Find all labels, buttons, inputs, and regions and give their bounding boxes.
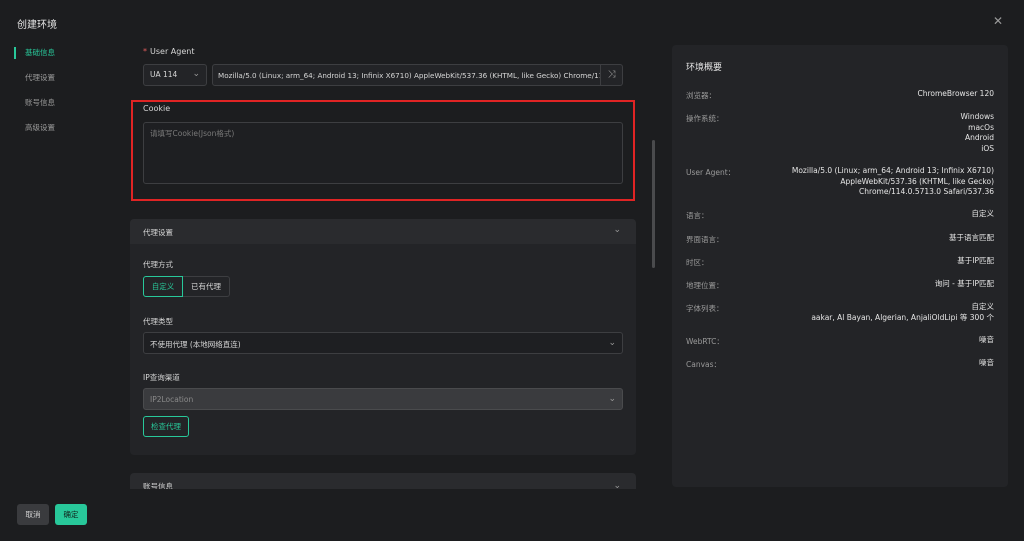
proxy-mode-existing[interactable]: 已有代理 [183, 276, 230, 297]
check-proxy-button[interactable]: 检查代理 [143, 416, 189, 437]
summary-label-ui-language: 界面语言： [686, 235, 724, 244]
nav-item-advanced-settings[interactable]: 高级设置 [14, 119, 114, 144]
ua-version-value: UA 114 [150, 70, 178, 79]
summary-label-timezone: 时区： [686, 258, 709, 267]
proxy-mode-toggle: 自定义 已有代理 [143, 276, 230, 297]
ip-channel-label: IP查询渠道 [143, 373, 180, 382]
chevron-down-icon: ⌄ [608, 394, 616, 404]
chevron-down-icon: ⌄ [192, 69, 200, 79]
cookie-textarea[interactable]: 请填写Cookie(Json格式) [143, 122, 623, 184]
proxy-mode-custom[interactable]: 自定义 [143, 276, 183, 297]
summary-label-user-agent: User Agent： [686, 168, 736, 177]
account-section-title: 账号信息 [143, 482, 173, 489]
ip-channel-value: IP2Location [150, 395, 194, 404]
proxy-section-title: 代理设置 [143, 228, 173, 237]
summary-label-language: 语言： [686, 211, 709, 220]
summary-value-ui-language: 基于语言匹配 [949, 233, 994, 242]
proxy-type-select[interactable]: 不使用代理 (本地网络直连) ⌄ [143, 332, 623, 354]
summary-label-webrtc: WebRTC： [686, 337, 724, 346]
user-agent-label: * User Agent [143, 47, 194, 56]
shuffle-icon[interactable]: ⤨ [601, 64, 623, 86]
summary-value-language: 自定义 [971, 209, 995, 218]
ip-channel-select[interactable]: IP2Location ⌄ [143, 388, 623, 410]
summary-value-timezone: 基于IP匹配 [957, 256, 994, 265]
user-agent-label-text: User Agent [150, 47, 195, 56]
summary-value-user-agent: Mozilla/5.0 (Linux; arm_64; Android 13; … [791, 166, 994, 196]
chevron-down-icon: ⌄ [608, 338, 616, 348]
cookie-label: Cookie [143, 104, 171, 113]
nav-item-account-info[interactable]: 账号信息 [14, 94, 114, 119]
ua-version-select[interactable]: UA 114 ⌄ [143, 64, 207, 86]
proxy-mode-label: 代理方式 [143, 260, 173, 269]
summary-label-geolocation: 地理位置： [686, 281, 724, 290]
cancel-button[interactable]: 取消 [17, 504, 49, 525]
proxy-settings-header[interactable]: 代理设置 ⌄ [130, 219, 636, 244]
summary-value-os: Windows macOs Android iOS [960, 112, 994, 153]
section-nav: 基础信息 代理设置 账号信息 高级设置 [14, 44, 114, 144]
summary-title: 环境概要 [686, 63, 723, 73]
summary-value-fonts: 自定义 aakar, Al Bayan, Algerian, AnjaliOld… [811, 302, 994, 322]
proxy-type-value: 不使用代理 (本地网络直连) [150, 340, 241, 349]
summary-value-browser: ChromeBrowser 120 [917, 89, 994, 98]
summary-value-webrtc: 噪音 [979, 335, 994, 344]
form-scrollbar[interactable] [652, 140, 655, 268]
proxy-type-label: 代理类型 [143, 317, 173, 326]
summary-label-browser: 浏览器： [686, 91, 716, 100]
nav-item-proxy-settings[interactable]: 代理设置 [14, 69, 114, 94]
summary-label-fonts: 字体列表： [686, 304, 724, 313]
confirm-button[interactable]: 确定 [55, 504, 87, 525]
dialog-title: 创建环境 [17, 20, 57, 31]
user-agent-input[interactable]: Mozilla/5.0 (Linux; arm_64; Android 13; … [212, 64, 601, 86]
close-icon[interactable]: ✕ [992, 15, 1004, 27]
summary-value-geolocation: 询问 - 基于IP匹配 [934, 279, 994, 288]
summary-label-canvas: Canvas： [686, 360, 722, 369]
summary-value-canvas: 噪音 [979, 358, 994, 367]
chevron-down-icon: ⌄ [613, 225, 621, 235]
required-mark: * [143, 47, 147, 56]
nav-item-basic-info[interactable]: 基础信息 [14, 44, 114, 69]
summary-label-os: 操作系统： [686, 114, 724, 123]
chevron-down-icon: ⌄ [613, 481, 621, 489]
account-info-header[interactable]: 账号信息 ⌄ [130, 473, 636, 489]
